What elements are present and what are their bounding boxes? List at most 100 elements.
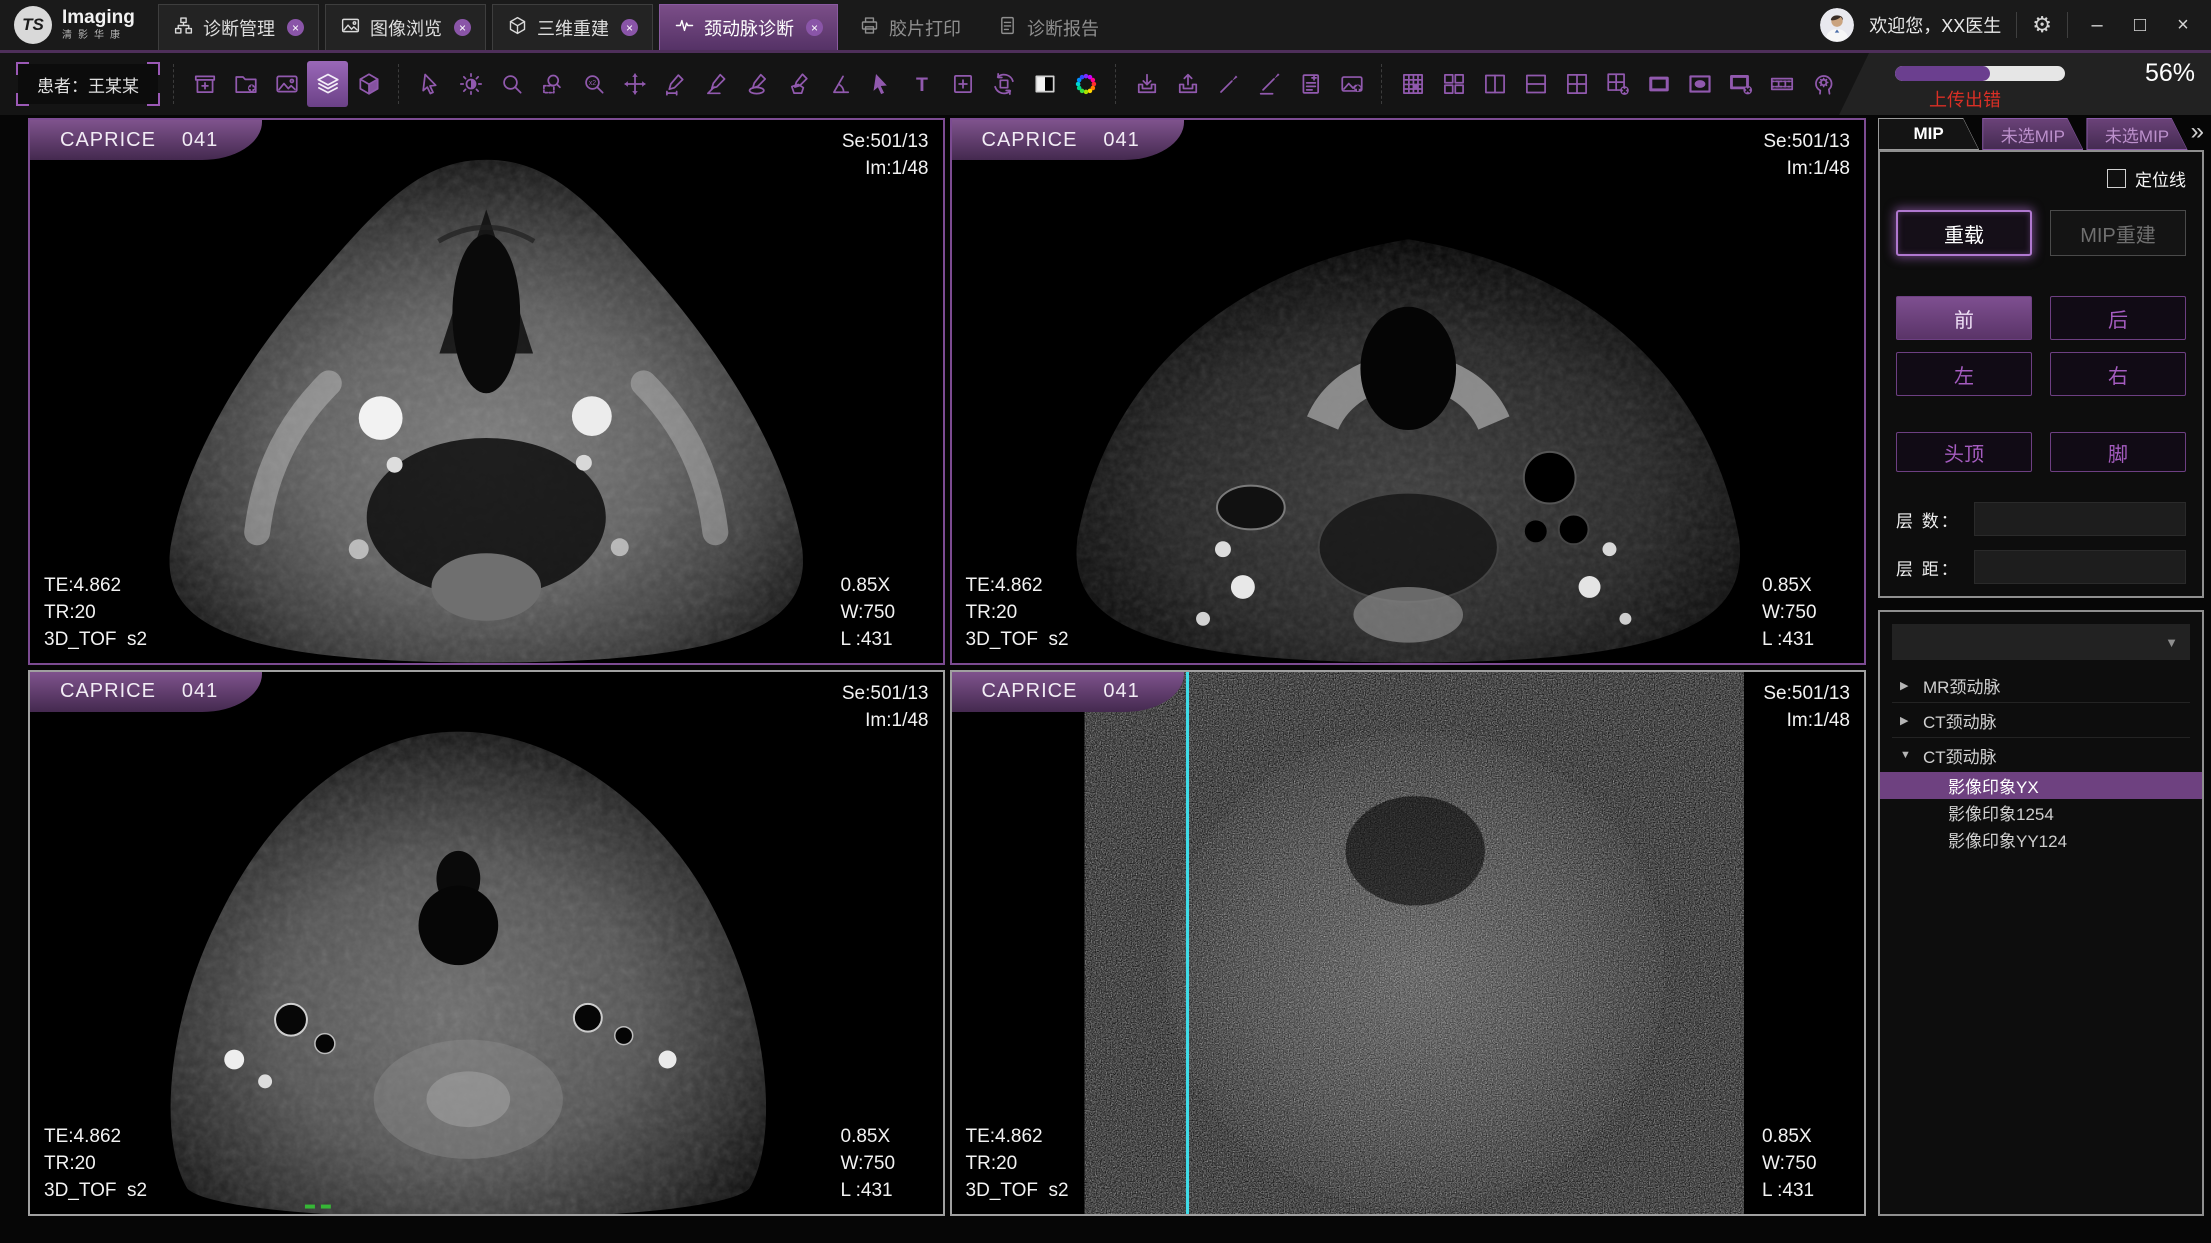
mri-image-1	[30, 120, 943, 663]
region-zoom-icon[interactable]	[532, 61, 573, 107]
panel-tab-1[interactable]: 未选MIP	[1982, 118, 2083, 150]
tree-node-label: CT颈动脉	[1923, 708, 1997, 733]
grid-2x2-icon[interactable]	[1556, 61, 1597, 107]
printer-icon	[859, 15, 880, 41]
mip-rebuild-button[interactable]: MIP重建	[2050, 210, 2186, 256]
archive-add-icon[interactable]	[184, 61, 225, 107]
tab-close-icon[interactable]: ×	[806, 19, 823, 36]
measure-angle-icon[interactable]	[696, 61, 737, 107]
direction-button-2[interactable]: 左	[1896, 352, 2032, 396]
nav-tab-label: 颈动脉诊断	[704, 15, 794, 41]
pointer-icon[interactable]	[860, 61, 901, 107]
direction-button-1[interactable]: 后	[2050, 296, 2186, 340]
panel-more-icon[interactable]: »	[2191, 122, 2204, 142]
brightness-icon[interactable]	[450, 61, 491, 107]
quad-layout-icon[interactable]	[1433, 61, 1474, 107]
measure-ellipse-icon[interactable]	[737, 61, 778, 107]
viewport-4[interactable]: CAPRICE 041 Se:501/13Im:1/48 TE:4.862TR:…	[950, 670, 1867, 1217]
field-input-0[interactable]	[1974, 502, 2186, 536]
localizer-checkbox[interactable]	[2107, 169, 2126, 188]
viewport-1[interactable]: CAPRICE 041 Se:501/13Im:1/48 TE:4.862TR:…	[28, 118, 945, 665]
grid-close-icon[interactable]	[1597, 61, 1638, 107]
direction-button-5[interactable]: 脚	[2050, 432, 2186, 472]
tree-node-0[interactable]: ▶MR颈动脉	[1892, 668, 2190, 703]
nav-tab-4[interactable]: 胶片打印	[844, 4, 976, 50]
patient-label: 患者：王某某	[37, 72, 139, 97]
pulse-icon	[674, 15, 695, 41]
ellipse-shape-icon[interactable]	[1679, 61, 1720, 107]
nav-tab-5[interactable]: 诊断报告	[982, 4, 1114, 50]
tab-close-icon[interactable]: ×	[287, 19, 304, 36]
viewport-2[interactable]: CAPRICE 041 Se:501/13Im:1/48 TE:4.862TR:…	[950, 118, 1867, 665]
series-dropdown[interactable]: ▼	[1892, 624, 2190, 660]
direction-button-4[interactable]: 头顶	[1896, 432, 2032, 472]
overlay-window-info: 0.85XW:750L :431	[841, 572, 925, 653]
tab-close-icon[interactable]: ×	[454, 19, 471, 36]
gear-icon[interactable]: ⚙	[2032, 12, 2052, 38]
nav-tab-2[interactable]: 三维重建×	[492, 4, 653, 50]
focus-corner	[16, 93, 29, 106]
film-strip-icon[interactable]	[1761, 61, 1802, 107]
text-icon[interactable]: T	[901, 61, 942, 107]
patient-field[interactable]: 患者：王某某	[18, 64, 158, 104]
rect-shape-icon[interactable]	[1638, 61, 1679, 107]
layers-icon[interactable]	[307, 61, 348, 107]
overlay-acquisition-info: TE:4.862TR:203D_TOF s2	[966, 1123, 1069, 1204]
split-horizontal-icon[interactable]	[1515, 61, 1556, 107]
tree-leaf-2-0[interactable]: 影像印象YX	[1880, 772, 2202, 799]
reload-button[interactable]: 重载	[1896, 210, 2032, 256]
welcome-text: 欢迎您，XX医生	[1869, 12, 2001, 38]
nav-tab-0[interactable]: 诊断管理 ×	[158, 4, 319, 50]
overlay-acquisition-info: TE:4.862TR:203D_TOF s2	[966, 572, 1069, 653]
protractor-icon[interactable]	[819, 61, 860, 107]
cursor-icon[interactable]	[409, 61, 450, 107]
tab-close-icon[interactable]: ×	[621, 19, 638, 36]
folder-add-icon[interactable]	[225, 61, 266, 107]
nav-tab-3[interactable]: 颈动脉诊断 ×	[659, 4, 838, 50]
pan-icon[interactable]	[614, 61, 655, 107]
image-upload-icon[interactable]	[1331, 61, 1372, 107]
mri-image-2	[952, 120, 1865, 663]
chevron-collapsed-icon[interactable]: ▶	[1900, 679, 1912, 692]
download-icon[interactable]	[1126, 61, 1167, 107]
tree-node-2[interactable]: ▼CT颈动脉	[1892, 738, 2190, 772]
sitemap-icon	[173, 15, 194, 41]
image-icon[interactable]	[266, 61, 307, 107]
tree-node-1[interactable]: ▶ CT颈动脉	[1892, 703, 2190, 738]
panel-tab-0[interactable]: MIP	[1878, 118, 1979, 150]
grid-layout-icon[interactable]	[1392, 61, 1433, 107]
note-add-icon[interactable]	[942, 61, 983, 107]
rect-close-icon[interactable]	[1720, 61, 1761, 107]
rotate-icon[interactable]	[983, 61, 1024, 107]
localizer-line[interactable]	[1186, 672, 1189, 1215]
tree-leaf-2-1[interactable]: 影像印象1254	[1892, 799, 2190, 826]
upload-icon[interactable]	[1167, 61, 1208, 107]
nav-tab-label: 诊断管理	[203, 15, 275, 41]
panel-tab-2[interactable]: 未选MIP	[2086, 118, 2187, 150]
field-input-1[interactable]	[1974, 550, 2186, 584]
tree-leaf-2-2[interactable]: 影像印象YY124	[1892, 826, 2190, 853]
avatar[interactable]	[1820, 8, 1854, 42]
maximize-button[interactable]: □	[2126, 14, 2154, 37]
measure-line-icon[interactable]	[655, 61, 696, 107]
chevron-expanded-icon[interactable]: ▼	[1900, 749, 1912, 761]
brush-line-icon[interactable]	[1249, 61, 1290, 107]
cube3d-icon[interactable]	[348, 61, 389, 107]
nav-tab-1[interactable]: 图像浏览×	[325, 4, 486, 50]
measure-polygon-icon[interactable]	[778, 61, 819, 107]
split-vertical-icon[interactable]	[1474, 61, 1515, 107]
viewport-3[interactable]: CAPRICE 041 Se:501/13Im:1/48 TE:4.862TR:…	[28, 670, 945, 1217]
divider	[2067, 12, 2068, 38]
direction-button-0[interactable]: 前	[1896, 296, 2032, 340]
doc-add-icon[interactable]	[1290, 61, 1331, 107]
brush-icon[interactable]	[1208, 61, 1249, 107]
close-button[interactable]: ×	[2169, 14, 2197, 37]
zoom-2x-icon[interactable]: x2	[573, 61, 614, 107]
ai-head-icon[interactable]	[1802, 61, 1843, 107]
color-wheel-icon[interactable]	[1065, 61, 1106, 107]
invert-icon[interactable]	[1024, 61, 1065, 107]
zoom-icon[interactable]	[491, 61, 532, 107]
direction-button-3[interactable]: 右	[2050, 352, 2186, 396]
minimize-button[interactable]: –	[2083, 14, 2111, 37]
chevron-collapsed-icon[interactable]: ▶	[1900, 714, 1912, 727]
